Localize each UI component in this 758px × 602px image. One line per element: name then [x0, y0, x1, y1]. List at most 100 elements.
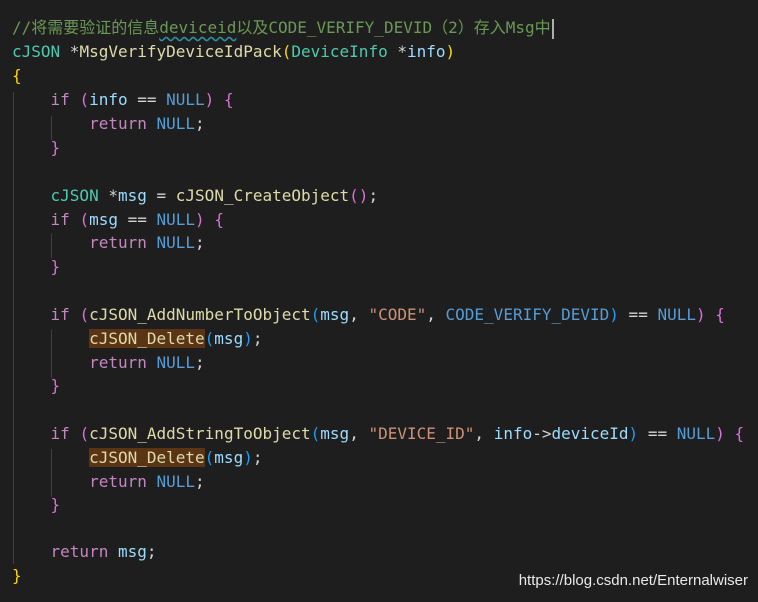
code-variable: msg	[214, 448, 244, 467]
code-operator: ,	[349, 424, 369, 443]
code-comment: deviceid	[159, 18, 237, 37]
code-bracket: )	[243, 448, 253, 467]
code-constant: NULL	[166, 90, 205, 109]
code-operator: ==	[618, 305, 658, 324]
code-variable: info	[493, 424, 533, 443]
code-bracket: )	[628, 424, 639, 443]
code-operator: ;	[252, 448, 263, 467]
code-line[interactable]: }	[12, 255, 61, 279]
code-variable: msg	[320, 305, 350, 324]
code-line[interactable]: //将需要验证的信息deviceid以及CODE_VERIFY_DEVID（2）…	[12, 16, 554, 40]
code-variable: deviceId	[551, 424, 629, 443]
code-line[interactable]: if (cJSON_AddNumberToObject(msg, "CODE",…	[12, 303, 725, 327]
code-editor[interactable]: //将需要验证的信息deviceid以及CODE_VERIFY_DEVID（2）…	[0, 0, 758, 602]
code-bracket: (	[79, 305, 90, 324]
code-bracket: ()	[349, 186, 369, 205]
code-operator: ,	[474, 424, 494, 443]
code-function: MsgVerifyDeviceIdPack	[79, 42, 282, 61]
code-bracket: }	[50, 257, 61, 276]
code-bracket: (	[310, 305, 321, 324]
watermark: https://blog.csdn.net/Enternalwiser	[518, 572, 748, 589]
code-bracket: {	[734, 424, 745, 443]
code-bracket: )	[204, 90, 215, 109]
code-operator: ;	[195, 353, 205, 372]
code-operator: ==	[638, 424, 677, 443]
code-line[interactable]: }	[12, 564, 22, 588]
code-constant: NULL	[156, 114, 196, 133]
code-keyword: if	[50, 305, 70, 324]
code-bracket: {	[214, 210, 224, 229]
code-operator: ==	[117, 210, 157, 229]
code-comment: 以及CODE_VERIFY_DEVID（2）存入Msg中	[236, 18, 551, 37]
code-bracket: }	[12, 566, 22, 585]
code-variable: info	[89, 90, 128, 109]
code-bracket: )	[609, 305, 619, 324]
code-line[interactable]: return NULL;	[12, 470, 205, 494]
code-line[interactable]: return NULL;	[12, 112, 205, 136]
code-keyword: if	[50, 210, 70, 229]
code-string: "CODE"	[368, 305, 427, 324]
code-line[interactable]: if (cJSON_AddStringToObject(msg, "DEVICE…	[12, 422, 745, 446]
code-type: cJSON	[50, 186, 99, 205]
code-constant: NULL	[156, 353, 196, 372]
code-keyword: return	[89, 233, 147, 252]
code-type: DeviceInfo	[291, 42, 388, 61]
code-operator: ;	[195, 472, 205, 491]
code-variable: msg	[117, 542, 147, 561]
code-operator: ;	[195, 233, 205, 252]
code-line[interactable]: cJSON *msg = cJSON_CreateObject();	[12, 184, 379, 208]
code-bracket: {	[715, 305, 725, 324]
code-bracket: (	[79, 210, 90, 229]
code-line[interactable]: }	[12, 136, 61, 160]
code-keyword: if	[50, 424, 70, 443]
code-line[interactable]: {	[12, 64, 22, 88]
code-line[interactable]: if (msg == NULL) {	[12, 208, 224, 232]
code-function: cJSON_Delete	[89, 448, 205, 467]
code-bracket: }	[50, 138, 61, 157]
code-line[interactable]: if (info == NULL) {	[12, 88, 234, 112]
code-variable: msg	[214, 329, 244, 348]
code-operator: *	[387, 42, 407, 61]
code-constant: NULL	[676, 424, 716, 443]
code-bracket: (	[204, 329, 215, 348]
code-bracket: )	[195, 210, 205, 229]
code-line[interactable]: return msg;	[12, 540, 157, 564]
code-operator: *	[60, 42, 80, 61]
code-bracket: (	[204, 448, 215, 467]
code-operator: ;	[195, 114, 205, 133]
code-keyword: return	[50, 542, 109, 561]
code-bracket: }	[50, 376, 61, 395]
code-variable: info	[406, 42, 446, 61]
code-comment: //将需要验证的信息	[12, 18, 160, 37]
code-bracket: }	[50, 495, 61, 514]
code-operator: ;	[146, 542, 157, 561]
code-line[interactable]: }	[12, 493, 61, 517]
code-bracket: (	[79, 424, 90, 443]
code-line[interactable]: cJSON_Delete(msg);	[12, 446, 262, 470]
code-bracket: (	[79, 90, 90, 109]
code-bracket: )	[243, 329, 253, 348]
code-line[interactable]: cJSON *MsgVerifyDeviceIdPack(DeviceInfo …	[12, 40, 455, 64]
code-constant: NULL	[657, 305, 696, 324]
code-variable: msg	[117, 186, 147, 205]
code-keyword: return	[89, 114, 147, 133]
code-bracket: )	[445, 42, 456, 61]
code-constant: NULL	[156, 233, 196, 252]
code-line[interactable]: return NULL;	[12, 231, 205, 255]
code-bracket: )	[695, 305, 706, 324]
code-function: cJSON_CreateObject	[175, 186, 350, 205]
code-bracket: {	[12, 66, 22, 85]
code-bracket: (	[310, 424, 321, 443]
code-line[interactable]: }	[12, 374, 61, 398]
code-operator: ->	[532, 424, 552, 443]
code-operator: =	[146, 186, 176, 205]
code-operator: ,	[349, 305, 369, 324]
code-operator: ,	[426, 305, 446, 324]
code-line[interactable]: return NULL;	[12, 351, 205, 375]
code-bracket: )	[715, 424, 725, 443]
code-bracket: {	[223, 90, 234, 109]
text-cursor	[551, 18, 554, 39]
code-line[interactable]: cJSON_Delete(msg);	[12, 327, 262, 351]
code-keyword: return	[89, 472, 147, 491]
code-operator: ==	[127, 90, 167, 109]
